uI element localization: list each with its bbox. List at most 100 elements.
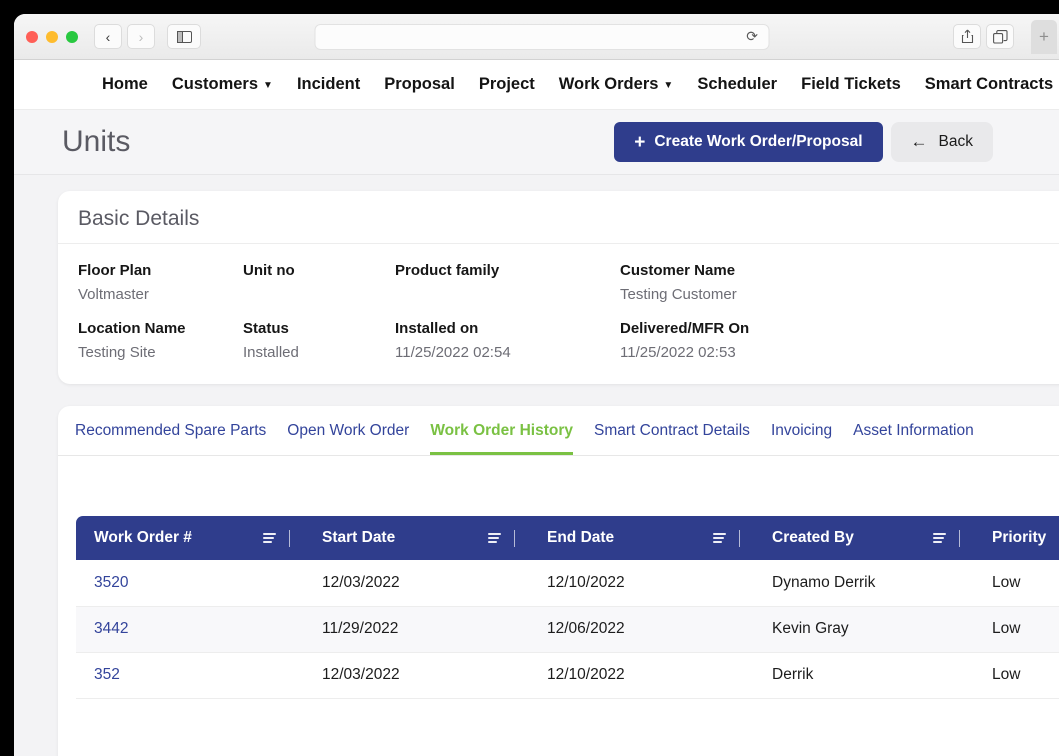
column-menu-icon[interactable]: [713, 533, 726, 543]
field-floor-plan: Floor Plan Voltmaster: [78, 262, 243, 304]
nav-item-scheduler[interactable]: Scheduler: [697, 75, 777, 94]
field-value: Installed: [243, 344, 395, 362]
app-main-navigation: Home Customers ▼ Incident Proposal Proje…: [14, 60, 1059, 110]
work-order-link[interactable]: 3442: [94, 620, 128, 637]
chevron-down-icon: ▼: [663, 81, 673, 91]
field-value: Voltmaster: [78, 286, 243, 304]
column-header-label: End Date: [547, 529, 713, 547]
tab-asset-information[interactable]: Asset Information: [853, 422, 974, 455]
nav-label: Scheduler: [697, 75, 777, 94]
column-menu-icon[interactable]: [933, 533, 946, 543]
back-button-label: Back: [939, 133, 973, 151]
column-menu-icon[interactable]: [263, 533, 276, 543]
field-delivered-mfr-on: Delivered/MFR On 11/25/2022 02:53: [600, 320, 1059, 362]
close-window-button[interactable]: [26, 31, 38, 43]
cell-start-date: 12/03/2022: [304, 560, 529, 606]
field-value: Testing Site: [78, 344, 243, 362]
nav-item-home[interactable]: Home: [102, 75, 148, 94]
nav-item-smart-contracts[interactable]: Smart Contracts ▼: [925, 75, 1059, 94]
column-separator: [739, 530, 740, 547]
field-location-name: Location Name Testing Site: [78, 320, 243, 362]
nav-item-field-tickets[interactable]: Field Tickets: [801, 75, 901, 94]
field-label: Location Name: [78, 320, 243, 337]
table-row[interactable]: 3442 11/29/2022 12/06/2022 Kevin Gray Lo…: [76, 606, 1059, 652]
nav-label: Field Tickets: [801, 75, 901, 94]
tab-strip: Recommended Spare Parts Open Work Order …: [58, 406, 1059, 456]
table-body: 3520 12/03/2022 12/10/2022 Dynamo Derrik…: [76, 560, 1059, 698]
nav-label: Project: [479, 75, 535, 94]
table-row[interactable]: 352 12/03/2022 12/10/2022 Derrik Low: [76, 652, 1059, 698]
share-icon[interactable]: [953, 24, 981, 49]
page-header: Units + Create Work Order/Proposal ← Bac…: [14, 110, 1059, 175]
create-work-order-proposal-button[interactable]: + Create Work Order/Proposal: [614, 122, 882, 162]
page-viewport: Home Customers ▼ Incident Proposal Proje…: [14, 60, 1059, 756]
column-header-priority[interactable]: Priority: [974, 516, 1059, 560]
cell-end-date: 12/06/2022: [529, 606, 754, 652]
work-order-link[interactable]: 3520: [94, 574, 128, 591]
tab-work-order-history[interactable]: Work Order History: [430, 422, 573, 455]
field-product-family: Product family: [395, 262, 600, 304]
cell-created-by: Dynamo Derrik: [754, 560, 974, 606]
column-separator: [289, 530, 290, 547]
nav-item-incident[interactable]: Incident: [297, 75, 360, 94]
column-header-work-order[interactable]: Work Order #: [76, 516, 304, 560]
nav-label: Work Orders: [559, 75, 659, 94]
browser-toolbar: ‹ › ⟳: [14, 14, 1059, 60]
field-label: Installed on: [395, 320, 600, 337]
column-separator: [514, 530, 515, 547]
tab-recommended-spare-parts[interactable]: Recommended Spare Parts: [75, 422, 266, 455]
nav-label: Proposal: [384, 75, 455, 94]
column-header-label: Created By: [772, 529, 933, 547]
nav-label: Incident: [297, 75, 360, 94]
nav-label: Customers: [172, 75, 258, 94]
page-title: Units: [62, 125, 130, 159]
create-button-label: Create Work Order/Proposal: [654, 133, 862, 151]
new-tab-button[interactable]: +: [1031, 20, 1057, 54]
cell-end-date: 12/10/2022: [529, 652, 754, 698]
field-label: Unit no: [243, 262, 395, 279]
reload-icon[interactable]: ⟳: [746, 28, 758, 45]
nav-item-work-orders[interactable]: Work Orders ▼: [559, 75, 674, 94]
work-order-tabs-card: Recommended Spare Parts Open Work Order …: [58, 406, 1059, 756]
maximize-window-button[interactable]: [66, 31, 78, 43]
nav-item-proposal[interactable]: Proposal: [384, 75, 455, 94]
cell-end-date: 12/10/2022: [529, 560, 754, 606]
chevron-down-icon: ▼: [263, 81, 273, 91]
show-tabs-icon[interactable]: [986, 24, 1014, 49]
cell-work-order: 3520: [76, 560, 304, 606]
browser-back-icon[interactable]: ‹: [94, 24, 122, 49]
sidebar-toggle-icon[interactable]: [167, 24, 201, 49]
table-header-row: Work Order # Start Date: [76, 516, 1059, 560]
column-menu-icon[interactable]: [488, 533, 501, 543]
browser-forward-icon[interactable]: ›: [127, 24, 155, 49]
cell-priority: Low: [974, 560, 1059, 606]
tab-smart-contract-details[interactable]: Smart Contract Details: [594, 422, 750, 455]
tab-open-work-order[interactable]: Open Work Order: [287, 422, 409, 455]
work-order-link[interactable]: 352: [94, 666, 120, 683]
table-row[interactable]: 3520 12/03/2022 12/10/2022 Dynamo Derrik…: [76, 560, 1059, 606]
column-separator: [959, 530, 960, 547]
cell-start-date: 11/29/2022: [304, 606, 529, 652]
column-header-start-date[interactable]: Start Date: [304, 516, 529, 560]
column-header-label: Priority: [992, 529, 1059, 547]
work-order-history-table: Work Order # Start Date: [76, 516, 1059, 699]
nav-item-project[interactable]: Project: [479, 75, 535, 94]
tab-invoicing[interactable]: Invoicing: [771, 422, 832, 455]
column-header-end-date[interactable]: End Date: [529, 516, 754, 560]
column-header-created-by[interactable]: Created By: [754, 516, 974, 560]
plus-icon: +: [634, 133, 645, 152]
field-value: Testing Customer: [620, 286, 1059, 304]
cell-work-order: 352: [76, 652, 304, 698]
page-header-actions: + Create Work Order/Proposal ← Back: [614, 122, 993, 162]
address-bar[interactable]: ⟳: [314, 24, 769, 50]
tabs-glyph: [993, 30, 1008, 44]
back-button[interactable]: ← Back: [891, 122, 993, 162]
basic-details-card: Basic Details Floor Plan Voltmaster Unit…: [58, 191, 1059, 384]
share-glyph: [961, 29, 974, 44]
field-value: 11/25/2022 02:54: [395, 344, 600, 362]
minimize-window-button[interactable]: [46, 31, 58, 43]
column-header-label: Start Date: [322, 529, 488, 547]
nav-item-customers[interactable]: Customers ▼: [172, 75, 273, 94]
cell-created-by: Kevin Gray: [754, 606, 974, 652]
field-value: [243, 286, 395, 304]
